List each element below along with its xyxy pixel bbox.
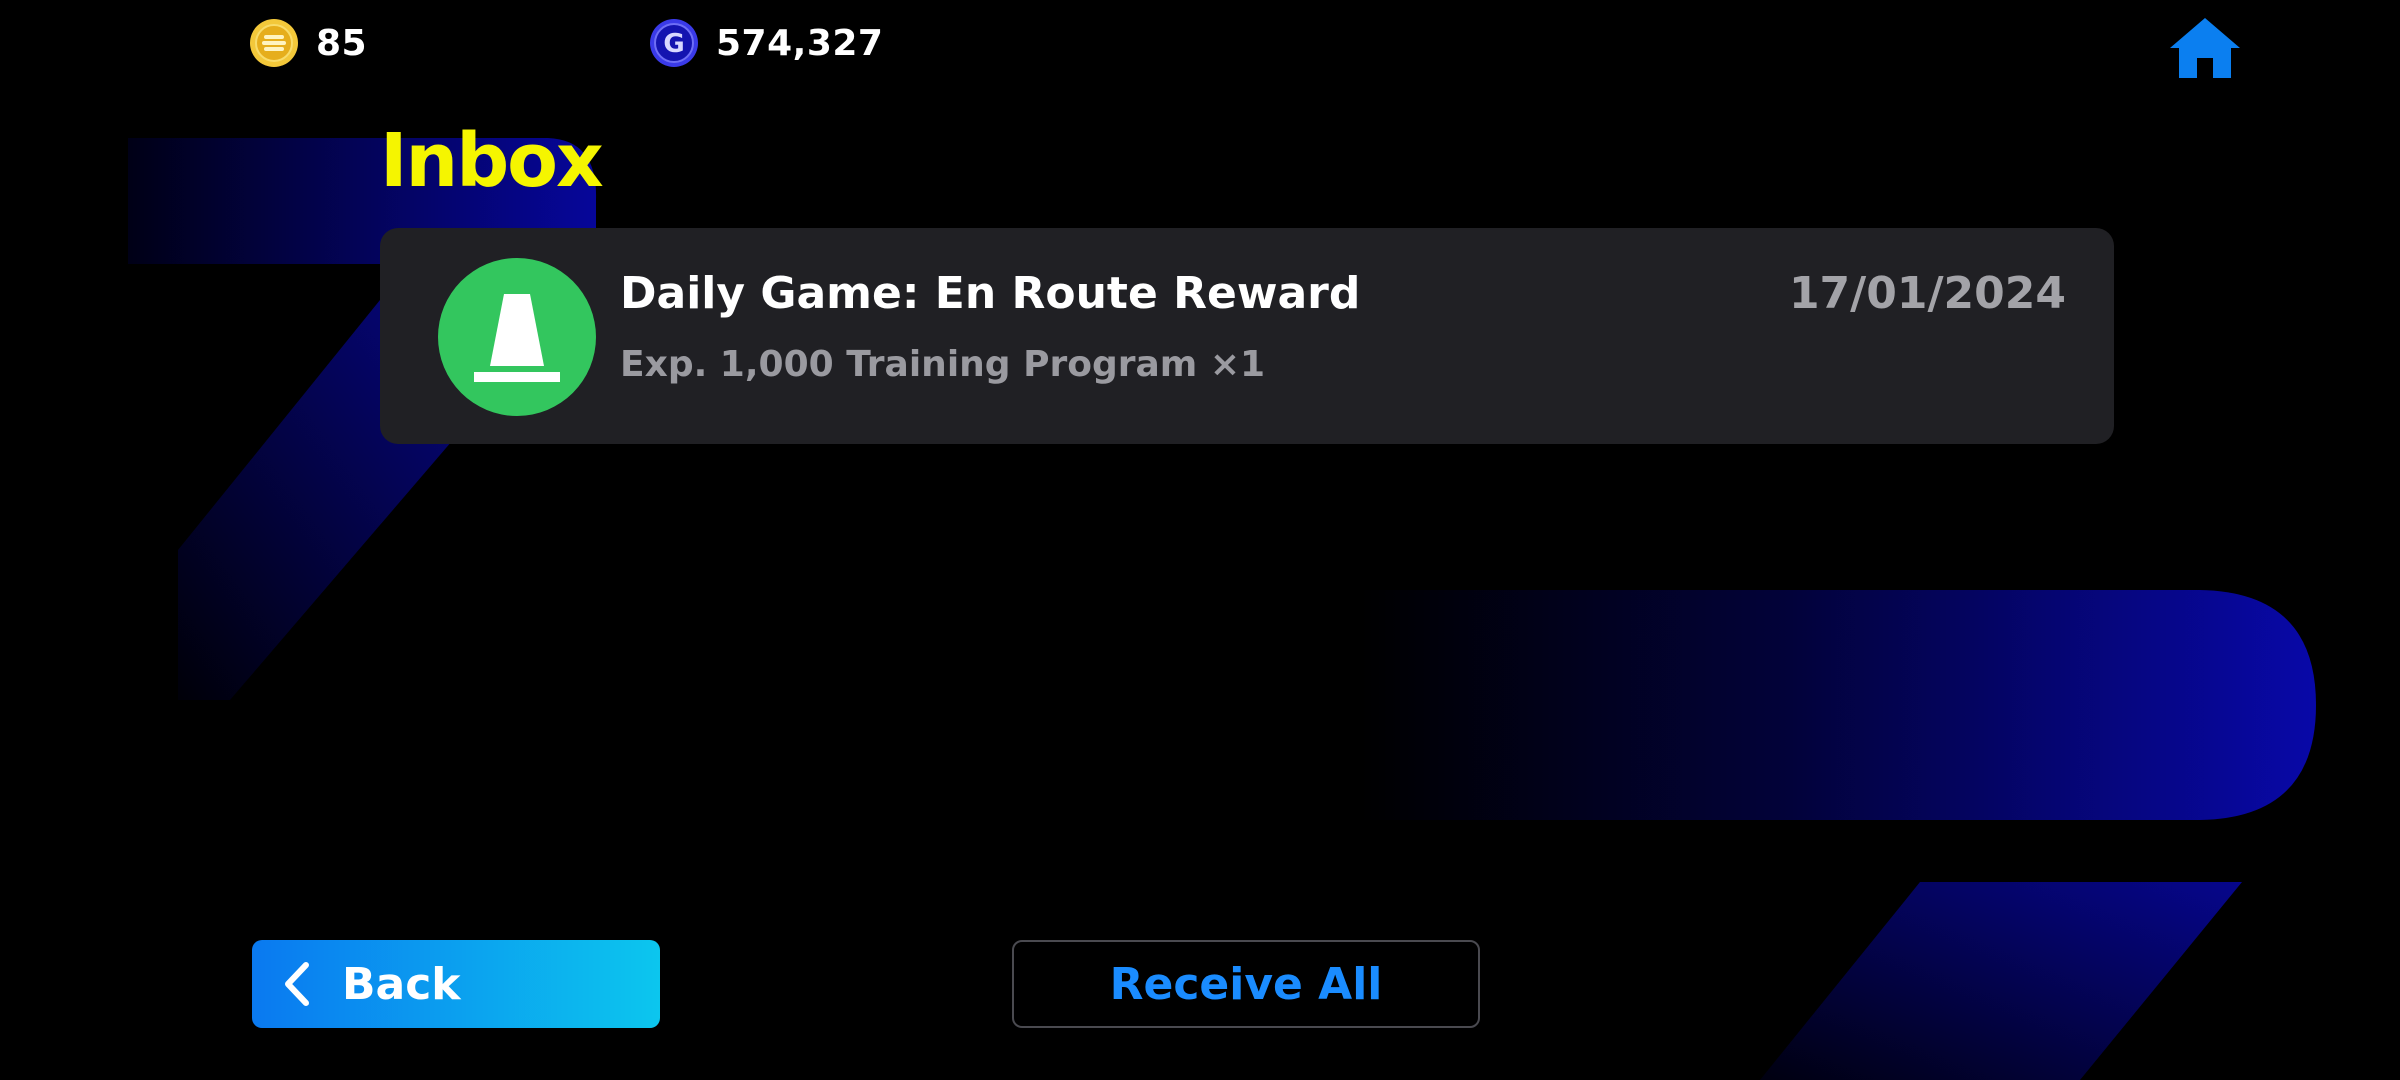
home-icon [2170,18,2240,78]
mail-list-item[interactable]: Daily Game: En Route Reward 17/01/2024 E… [380,228,2114,444]
receive-all-label: Receive All [1109,958,1383,1010]
svg-text:G: G [663,29,684,59]
mail-subtitle: Exp. 1,000 Training Program ×1 [620,344,1266,385]
training-cone-icon [438,258,596,416]
mail-title: Daily Game: En Route Reward [620,268,1361,319]
coin-amount: 85 [316,22,368,64]
inbox-screen: 85 G 574,327 Inbox Daily Game: En Route … [0,0,2400,1080]
page-title: Inbox [380,118,604,204]
mail-date: 17/01/2024 [1788,268,2066,319]
back-button[interactable]: Back [252,940,660,1028]
chevron-left-icon [285,962,309,1006]
coin-balance: 85 [248,14,367,72]
back-button-label: Back [342,958,461,1010]
receive-all-button[interactable]: Receive All [1012,940,1480,1028]
background-decoration [128,138,2316,1080]
gp-icon: G [650,19,698,67]
gp-amount: 574,327 [716,22,884,64]
gp-balance: G 574,327 [648,14,883,72]
home-button[interactable] [2168,14,2242,82]
coin-icon [250,19,298,67]
